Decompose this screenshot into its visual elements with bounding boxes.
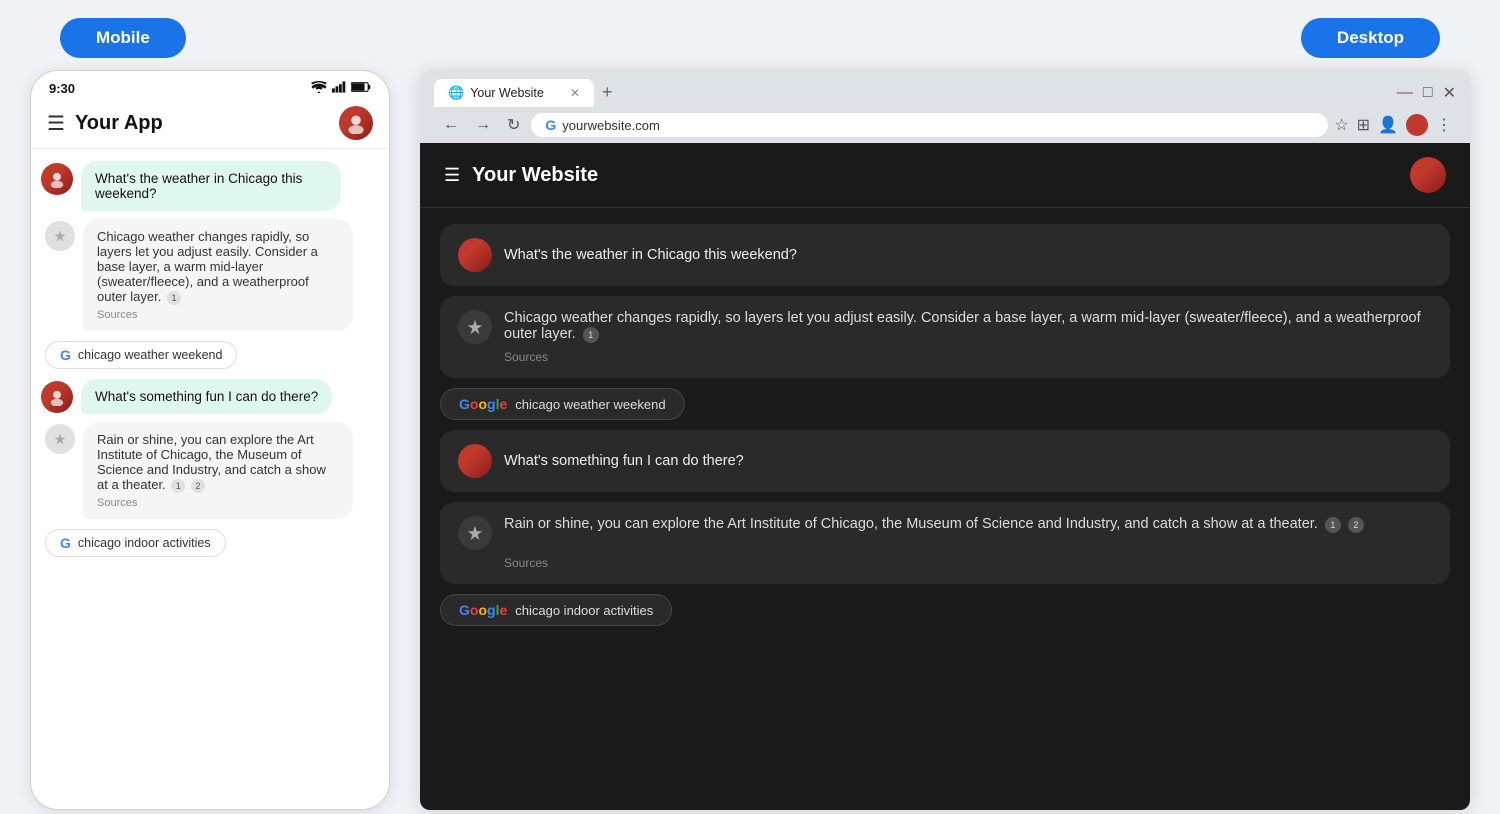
desktop-bubble-user-1: What's the weather in Chicago this weeke… — [504, 247, 797, 263]
desktop-user-avatar-1 — [458, 238, 492, 272]
mobile-bubble-ai-2: Rain or shine, you can explore the Art I… — [83, 422, 353, 519]
browser-nav-bar: ← → ↻ G yourwebsite.com ☆ ⊞ 👤 ⋮ — [430, 107, 1460, 143]
extensions-icon[interactable]: ⊞ — [1357, 115, 1370, 135]
more-options-icon[interactable]: ⋮ — [1436, 115, 1452, 135]
mobile-msg-user-1: What's the weather in Chicago this weeke… — [41, 161, 379, 211]
profile-icon[interactable]: 👤 — [1378, 115, 1398, 135]
address-url: yourwebsite.com — [562, 118, 1314, 133]
desktop-google-chip-2[interactable]: Google chicago indoor activities — [440, 594, 672, 626]
website-title: Your Website — [472, 164, 1410, 187]
mobile-chip-label-2: chicago indoor activities — [78, 536, 211, 550]
desktop-google-chip-1[interactable]: Google chicago weather weekend — [440, 388, 685, 420]
desktop-footnote-2a: 1 — [1325, 517, 1341, 533]
desktop-chip-label-1: chicago weather weekend — [515, 397, 665, 412]
browser-tab-title: Your Website — [470, 86, 544, 100]
top-bar: Mobile Desktop — [0, 0, 1500, 70]
website-content: ☰ Your Website What's the weather in Chi… — [420, 143, 1470, 810]
address-bar[interactable]: G yourwebsite.com — [531, 113, 1328, 137]
mobile-bubble-user-2: What's something fun I can do there? — [81, 379, 332, 414]
mobile-msg-ai-1: Chicago weather changes rapidly, so laye… — [41, 219, 379, 331]
maximize-button[interactable]: □ — [1423, 84, 1433, 102]
mobile-footnote-1: 1 — [167, 291, 181, 305]
window-controls: — □ ✕ — [1397, 83, 1456, 103]
mobile-frame: 9:30 ☰ Your App — [30, 70, 390, 810]
mobile-user-avatar-1 — [41, 163, 73, 195]
new-tab-button[interactable]: + — [594, 78, 621, 107]
mobile-msg-user-2: What's something fun I can do there? — [41, 379, 379, 414]
back-button[interactable]: ← — [438, 114, 464, 136]
mobile-google-chip-2[interactable]: G chicago indoor activities — [45, 529, 226, 557]
desktop-ai-avatar-2 — [458, 516, 492, 550]
mobile-status-icons — [311, 81, 371, 96]
desktop-ai-row-2: Rain or shine, you can explore the Art I… — [458, 516, 1432, 550]
google-search-icon: G — [545, 117, 556, 133]
desktop-toggle-button[interactable]: Desktop — [1301, 18, 1440, 58]
desktop-google-g-1: Google — [459, 396, 507, 412]
tab-globe-icon: 🌐 — [448, 85, 464, 101]
tab-close-button[interactable]: ✕ — [570, 86, 580, 100]
hamburger-icon[interactable]: ☰ — [47, 111, 65, 136]
wifi-icon — [311, 81, 327, 96]
desktop-bubble-ai-2: Rain or shine, you can explore the Art I… — [504, 516, 1432, 533]
browser-chrome: 🌐 Your Website ✕ + — □ ✕ ← → ↻ G — [420, 70, 1470, 143]
desktop-ai-avatar-1 — [458, 310, 492, 344]
desktop-sources-1: Sources — [458, 350, 1432, 364]
browser-toolbar-right: ☆ ⊞ 👤 ⋮ — [1334, 114, 1452, 136]
mobile-bubble-ai-1: Chicago weather changes rapidly, so laye… — [83, 219, 353, 331]
desktop-chat-area: What's the weather in Chicago this weeke… — [420, 208, 1470, 810]
mobile-bubble-user-1: What's the weather in Chicago this weeke… — [81, 161, 341, 211]
mobile-app-title: Your App — [75, 112, 339, 135]
website-user-avatar — [1410, 157, 1446, 193]
signal-icon — [332, 81, 346, 96]
bookmark-icon[interactable]: ☆ — [1334, 115, 1348, 135]
mobile-chip-label-1: chicago weather weekend — [78, 348, 223, 362]
desktop-frame: 🌐 Your Website ✕ + — □ ✕ ← → ↻ G — [420, 70, 1470, 810]
desktop-bubble-user-2: What's something fun I can do there? — [504, 453, 744, 469]
mobile-footnote-2a: 1 — [171, 479, 185, 493]
forward-button[interactable]: → — [470, 114, 496, 136]
website-header: ☰ Your Website — [420, 143, 1470, 208]
chrome-profile-icon[interactable] — [1406, 114, 1428, 136]
desktop-msg-user-2: What's something fun I can do there? — [440, 430, 1450, 492]
mobile-ai-avatar-1 — [45, 221, 75, 251]
main-layout: 9:30 ☰ Your App — [0, 70, 1500, 814]
website-hamburger-icon[interactable]: ☰ — [444, 165, 460, 186]
desktop-ai-row-1: Chicago weather changes rapidly, so laye… — [458, 310, 1432, 344]
desktop-user-avatar-2 — [458, 444, 492, 478]
battery-icon — [351, 81, 371, 96]
mobile-user-avatar-2 — [41, 381, 73, 413]
desktop-footnote-1: 1 — [583, 327, 599, 343]
minimize-button[interactable]: — — [1397, 84, 1413, 102]
mobile-status-bar: 9:30 — [31, 71, 389, 100]
desktop-msg-ai-1: Chicago weather changes rapidly, so laye… — [440, 296, 1450, 378]
mobile-toggle-button[interactable]: Mobile — [60, 18, 186, 58]
mobile-footnote-2b: 2 — [191, 479, 205, 493]
desktop-sources-2: Sources — [458, 556, 1432, 570]
mobile-sources-1: Sources — [97, 309, 339, 321]
desktop-msg-ai-2: Rain or shine, you can explore the Art I… — [440, 502, 1450, 584]
close-window-button[interactable]: ✕ — [1443, 83, 1456, 103]
browser-tab[interactable]: 🌐 Your Website ✕ — [434, 79, 594, 107]
desktop-google-g-2: Google — [459, 602, 507, 618]
google-g-icon-1: G — [60, 347, 71, 363]
mobile-user-avatar — [339, 106, 373, 140]
desktop-bubble-ai-1: Chicago weather changes rapidly, so laye… — [504, 310, 1432, 343]
mobile-msg-ai-2: Rain or shine, you can explore the Art I… — [41, 422, 379, 519]
google-g-icon-2: G — [60, 535, 71, 551]
mobile-app-header: ☰ Your App — [31, 100, 389, 149]
reload-button[interactable]: ↻ — [502, 113, 525, 137]
mobile-time: 9:30 — [49, 81, 75, 96]
mobile-chat-area: What's the weather in Chicago this weeke… — [31, 149, 389, 809]
desktop-footnote-2b: 2 — [1348, 517, 1364, 533]
mobile-sources-2: Sources — [97, 497, 339, 509]
mobile-ai-avatar-2 — [45, 424, 75, 454]
desktop-chip-label-2: chicago indoor activities — [515, 603, 653, 618]
desktop-msg-user-1: What's the weather in Chicago this weeke… — [440, 224, 1450, 286]
mobile-google-chip-1[interactable]: G chicago weather weekend — [45, 341, 237, 369]
